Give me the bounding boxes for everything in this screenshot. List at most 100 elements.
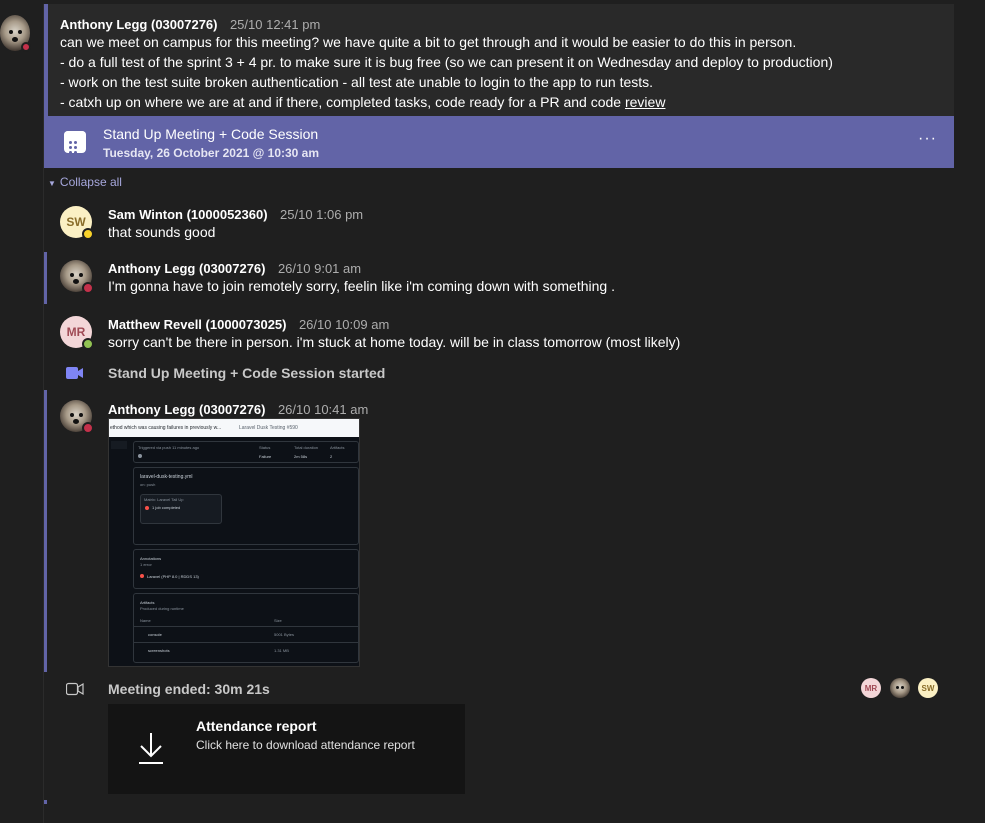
participant-avatar[interactable] — [890, 678, 910, 698]
artifact-name: console — [148, 632, 162, 637]
workflow-box: laravel-dusk-testing.yml on: push Matrix… — [133, 467, 359, 545]
reply-message[interactable]: Anthony Legg (03007276) 26/10 9:01 am I'… — [44, 252, 954, 304]
avatar-nose — [73, 419, 79, 424]
attendance-title: Attendance report — [196, 718, 317, 734]
screenshot-attachment[interactable]: ethod which was causing failures in prev… — [108, 418, 360, 667]
message-line: - catxh up on where we are at and if the… — [60, 92, 950, 112]
artifact-size: 5001 Bytes — [274, 632, 295, 637]
root-message[interactable]: Anthony Legg (03007276) 25/10 12:41 pm c… — [44, 4, 954, 116]
avatar-eye — [79, 273, 83, 277]
video-camera-icon — [66, 682, 84, 696]
artifacts-label: Artifacts — [330, 445, 345, 450]
timestamp: 26/10 9:01 am — [277, 261, 362, 276]
duration-value: 2m 58s — [294, 454, 308, 459]
meeting-started-text: Stand Up Meeting + Code Session started — [108, 365, 386, 381]
screenshot-header: ethod which was causing failures in prev… — [109, 419, 359, 437]
presence-busy-icon — [21, 42, 31, 52]
error-dot — [140, 574, 144, 578]
download-icon — [139, 733, 163, 764]
meeting-card[interactable]: Stand Up Meeting + Code Session Tuesday,… — [44, 116, 954, 168]
timestamp: 26/10 10:41 am — [277, 402, 369, 417]
annotations-title: Annotations — [140, 556, 162, 561]
annotations-sub: 1 error — [140, 562, 152, 567]
avatar-eye — [70, 413, 74, 417]
participant-avatar[interactable]: MR — [861, 678, 881, 698]
review-link[interactable]: review — [625, 94, 665, 110]
workflow-trigger: on: push — [140, 482, 156, 487]
meeting-datetime: Tuesday, 26 October 2021 @ 10:30 am — [103, 146, 320, 160]
avatar-eye — [896, 686, 899, 689]
artifact-name: screenshots — [148, 648, 170, 653]
timestamp: 25/10 12:41 pm — [229, 17, 321, 32]
job-item: 1 job completed — [152, 505, 181, 510]
reply-message[interactable]: MR Matthew Revell (1000073025) 26/10 10:… — [44, 308, 954, 354]
message-line: - do a full test of the sprint 3 + 4 pr.… — [60, 54, 833, 70]
author-name: Anthony Legg (03007276) — [108, 261, 266, 276]
author-name: Anthony Legg (03007276) — [108, 402, 266, 417]
artifacts-title: Artifacts — [140, 600, 155, 605]
avatar-eye — [901, 686, 904, 689]
message-line: - work on the test suite broken authenti… — [60, 74, 654, 90]
summary-box: Triggered via push 11 minutes ago Status… — [133, 441, 359, 463]
message-text: that sounds good — [108, 224, 216, 240]
more-options-button[interactable]: ··· — [918, 130, 937, 148]
artifacts-value: 2 — [330, 454, 333, 459]
message-line: can we meet on campus for this meeting? … — [60, 34, 797, 50]
annotation-item: Laravel (PHP 8.0 | RDDS 13) — [147, 574, 199, 579]
annotations-box: Annotations 1 error Laravel (PHP 8.0 | R… — [133, 549, 359, 589]
meeting-title[interactable]: Stand Up Meeting + Code Session — [103, 126, 318, 142]
meeting-ended-text: Meeting ended: 30m 21s — [108, 681, 270, 697]
attendance-subtitle: Click here to download attendance report — [196, 738, 415, 752]
calendar-icon — [64, 131, 86, 155]
conversation-thread: Anthony Legg (03007276) 25/10 12:41 pm c… — [43, 4, 954, 823]
divider — [134, 642, 359, 643]
trigger-text: Triggered via push 11 minutes ago — [138, 445, 200, 450]
sidebar-block — [111, 441, 127, 449]
duration-label: Total duration — [294, 445, 319, 450]
author-name: Anthony Legg (03007276) — [60, 17, 218, 32]
artifact-size: 1.31 MB — [274, 648, 289, 653]
status-label: Status — [259, 445, 271, 450]
avatar-eye — [70, 273, 74, 277]
message-text: I'm gonna have to join remotely sorry, f… — [108, 278, 615, 294]
workflow-name: laravel-dusk-testing.yml — [140, 474, 193, 480]
reply-message[interactable]: SW Sam Winton (1000052360) 25/10 1:06 pm… — [44, 202, 954, 246]
collapse-all-label: Collapse all — [59, 175, 122, 189]
divider — [134, 626, 359, 627]
author-name: Sam Winton (1000052360) — [108, 207, 268, 222]
screenshot-header-link: Laravel Dusk Testing #590 — [239, 425, 298, 431]
status-value: Failure — [259, 454, 272, 459]
video-camera-icon — [66, 367, 83, 379]
message-header: Anthony Legg (03007276) 26/10 10:41 am — [108, 401, 368, 419]
presence-available-icon — [82, 338, 94, 350]
avatar-nose — [12, 37, 18, 42]
attendance-report-card[interactable]: Attendance report Click here to download… — [108, 704, 465, 794]
avatar-eye — [9, 30, 13, 34]
column-name: Name — [140, 618, 151, 623]
meeting-ended-event: Meeting ended: 30m 21s MR SW — [44, 676, 954, 702]
timestamp: 25/10 1:06 pm — [280, 207, 364, 222]
message-line-text: - catxh up on where we are at and if the… — [60, 94, 625, 110]
author-name: Matthew Revell (1000073025) — [108, 317, 287, 332]
column-size: Size — [274, 618, 282, 623]
avatar-nose — [73, 279, 79, 284]
screenshot-header-text: ethod which was causing failures in prev… — [110, 425, 222, 431]
avatar-initials: SW — [66, 215, 86, 229]
reply-message[interactable]: Anthony Legg (03007276) 26/10 10:41 am e… — [44, 390, 954, 672]
avatar-initials: MR — [66, 325, 86, 339]
presence-away-icon — [82, 228, 94, 240]
message-body: can we meet on campus for this meeting? … — [60, 32, 950, 112]
avatar-initials: MR — [864, 683, 878, 693]
calendar-dots — [68, 140, 82, 155]
artifacts-box: Artifacts Produced during runtime Name S… — [133, 593, 359, 663]
message-text: sorry can't be there in person. i'm stuc… — [108, 334, 681, 350]
presence-busy-icon — [82, 422, 94, 434]
caret-down-icon: ▼ — [48, 179, 56, 188]
artifacts-sub: Produced during runtime — [140, 606, 184, 611]
timestamp: 26/10 10:09 am — [298, 317, 390, 332]
status-dot — [138, 454, 142, 458]
job-card: Matrix: Laravel Tail Up 1 job completed — [140, 494, 222, 524]
participant-avatar[interactable]: SW — [918, 678, 938, 698]
collapse-all-button[interactable]: ▼ Collapse all — [48, 175, 122, 189]
presence-busy-icon — [82, 282, 94, 294]
